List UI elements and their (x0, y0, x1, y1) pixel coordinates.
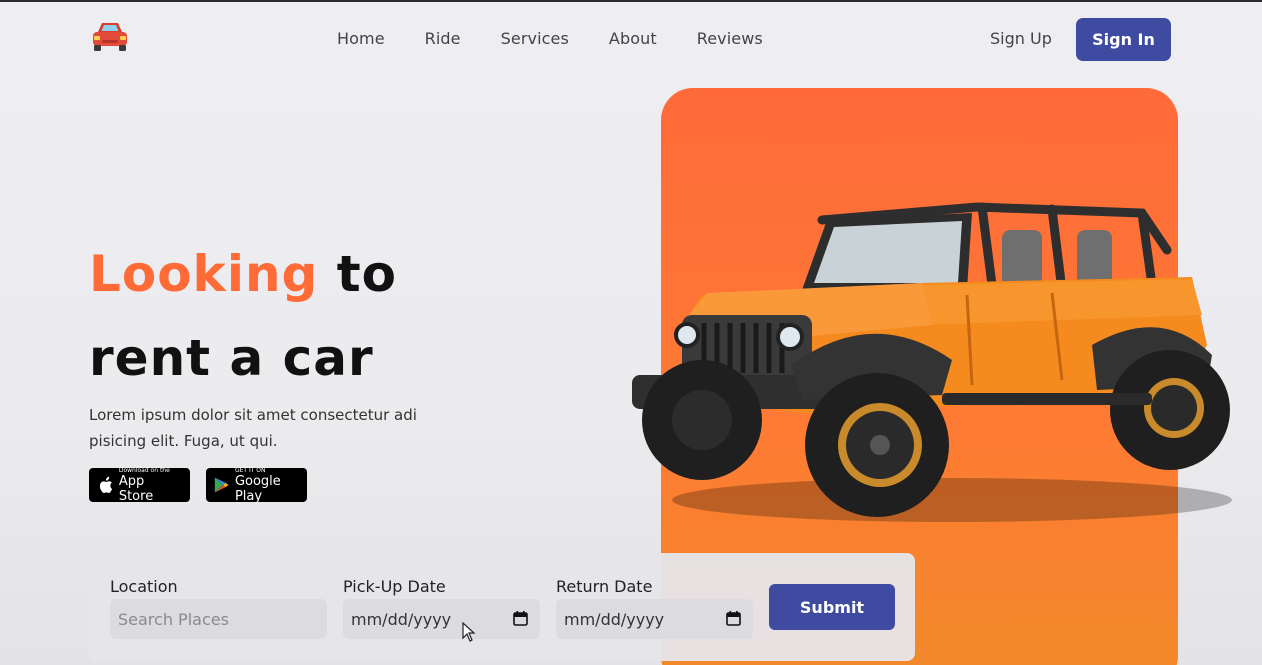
main-nav: Home Ride Services About Reviews (337, 29, 763, 48)
google-play-big-text: Google Play (234, 473, 281, 504)
nav-ride[interactable]: Ride (425, 29, 461, 48)
mouse-cursor-icon (462, 622, 476, 642)
hero-title-accent: Looking (89, 245, 319, 303)
sign-up-link[interactable]: Sign Up (990, 29, 1052, 48)
pickup-date-value: mm/dd/yyyy (351, 609, 452, 629)
car-logo-icon[interactable] (89, 19, 131, 53)
app-store-small-text: Download on the (118, 466, 170, 474)
location-label: Location (110, 577, 178, 596)
pickup-date-label: Pick-Up Date (343, 577, 446, 596)
nav-home[interactable]: Home (337, 29, 385, 48)
top-border (0, 0, 1262, 2)
nav-services[interactable]: Services (501, 29, 569, 48)
return-date-value: mm/dd/yyyy (564, 609, 665, 629)
rear-wheel (1110, 350, 1230, 470)
sign-in-button[interactable]: Sign In (1076, 18, 1171, 61)
pickup-date-field[interactable]: mm/dd/yyyy (343, 599, 540, 639)
app-store-big-text: App Store (118, 473, 154, 504)
location-field[interactable] (110, 599, 327, 639)
nav-about[interactable]: About (609, 29, 657, 48)
return-date-field[interactable]: mm/dd/yyyy (556, 599, 753, 639)
hero-title: Looking to rent a car (89, 232, 397, 400)
google-play-icon (214, 477, 229, 493)
jeep-image (632, 202, 1232, 522)
location-input[interactable] (118, 609, 327, 629)
google-play-small-text: GET IT ON (234, 466, 266, 474)
calendar-icon[interactable] (726, 611, 741, 626)
nav-reviews[interactable]: Reviews (697, 29, 763, 48)
calendar-icon[interactable] (513, 611, 528, 626)
return-date-label: Return Date (556, 577, 653, 596)
google-play-button[interactable]: GET IT ON Google Play (206, 466, 307, 504)
apple-icon (99, 476, 113, 494)
front-wheel (805, 373, 949, 517)
submit-button[interactable]: Submit (769, 584, 895, 630)
hero-title-line-2: rent a car (89, 329, 374, 387)
app-store-button[interactable]: Download on the App Store (89, 466, 190, 504)
hero-description: Lorem ipsum dolor sit amet consectetur a… (89, 406, 417, 450)
hero-title-rest: to (318, 245, 398, 303)
